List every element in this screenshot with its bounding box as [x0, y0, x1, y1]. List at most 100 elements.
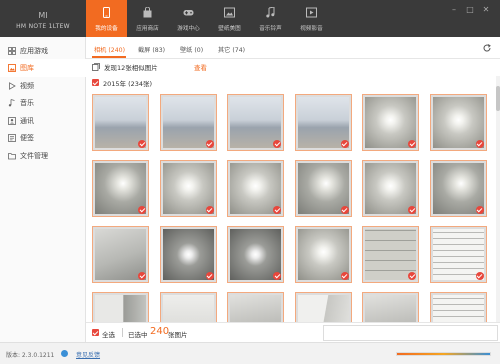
selected-check-icon[interactable]: [340, 140, 349, 148]
photo-thumbnail[interactable]: [294, 226, 352, 283]
tab-wallpapers[interactable]: 壁纸 (0): [180, 45, 203, 54]
selected-check-icon[interactable]: [273, 206, 281, 214]
sidebar-item-notes[interactable]: 便签: [0, 129, 86, 147]
photo-thumbnail[interactable]: [92, 292, 149, 322]
similar-images-icon: [92, 63, 100, 71]
selected-check-icon[interactable]: [138, 272, 146, 280]
refresh-icon[interactable]: [482, 43, 492, 53]
photo-thumbnail[interactable]: [159, 94, 217, 151]
photo-thumbnail[interactable]: [429, 94, 487, 151]
sidebar-item-gallery[interactable]: 图库: [0, 59, 86, 77]
selected-check-icon[interactable]: [138, 140, 146, 148]
gallery-tabs: 相机 (240) 截屏 (83) 壁纸 (0) 其它 (74): [86, 37, 500, 59]
photo-thumbnail[interactable]: [227, 226, 284, 283]
photo-thumbnail[interactable]: [227, 94, 284, 151]
divider: [122, 328, 123, 337]
document-photo: [432, 295, 484, 322]
top-bar: MI HM NOTE 1LTEW 我的设备 应用商店 游戏中心 壁纸美图 音乐铃…: [0, 0, 500, 37]
photo-thumbnail[interactable]: [294, 292, 352, 322]
note-icon: [8, 134, 16, 142]
photo-thumbnail[interactable]: [159, 226, 217, 283]
photo-thumbnail[interactable]: [362, 226, 419, 283]
device-model: HM NOTE 1LTEW: [16, 23, 70, 30]
video-icon: [306, 7, 317, 18]
tab-camera[interactable]: 相机 (240): [94, 45, 125, 54]
photo-thumbnail[interactable]: [362, 160, 419, 217]
view-similar-link[interactable]: 查看: [194, 62, 207, 72]
selected-check-icon[interactable]: [408, 206, 416, 214]
nav-video[interactable]: 视频影音: [291, 0, 332, 37]
selected-check-icon[interactable]: [205, 140, 214, 148]
sidebar-item-contacts[interactable]: 通讯: [0, 112, 86, 130]
select-all-checkbox[interactable]: [92, 329, 99, 336]
close-icon[interactable]: ✕: [481, 5, 491, 15]
sidebar-item-label: 文件管理: [20, 152, 48, 160]
room-photo: [365, 295, 416, 322]
selected-check-icon[interactable]: [340, 206, 349, 214]
seaside-photo: [162, 97, 214, 148]
wall-photo: [162, 295, 214, 322]
tab-others[interactable]: 其它 (74): [218, 45, 245, 54]
corner-photo: [297, 295, 349, 322]
wall-lamp-photo: [432, 163, 484, 214]
minimize-icon[interactable]: –: [449, 5, 459, 15]
photo-thumbnail[interactable]: [429, 226, 487, 283]
apps-icon: [8, 47, 16, 55]
photo-thumbnail[interactable]: [92, 94, 149, 151]
selected-check-icon[interactable]: [408, 140, 416, 148]
bag-icon: [143, 7, 152, 18]
wall-lamp-photo: [297, 163, 349, 214]
selected-check-icon[interactable]: [205, 206, 214, 214]
photo-thumbnail[interactable]: [429, 160, 487, 217]
version-text: 版本: 2.3.0.1211: [6, 352, 55, 359]
tab-screenshots[interactable]: 截屏 (83): [138, 45, 165, 54]
update-icon[interactable]: [61, 350, 68, 357]
group-select-checkbox[interactable]: [92, 79, 99, 86]
maximize-icon[interactable]: □: [465, 5, 475, 15]
nav-my-device[interactable]: 我的设备: [86, 0, 127, 37]
selected-check-icon[interactable]: [273, 272, 281, 280]
photo-thumbnail[interactable]: [227, 160, 284, 217]
gamepad-icon: [183, 10, 194, 16]
selected-check-icon[interactable]: [475, 140, 484, 148]
photo-thumbnail[interactable]: [92, 226, 149, 283]
nav-label: 壁纸美图: [218, 26, 241, 32]
photo-thumbnail[interactable]: [227, 292, 284, 322]
photo-thumbnail[interactable]: [362, 292, 419, 322]
photo-thumbnail[interactable]: [159, 292, 217, 322]
sidebar-item-apps[interactable]: 应用游戏: [0, 42, 86, 60]
device-brand: MI HM NOTE 1LTEW: [0, 0, 86, 37]
similar-photos-notice: 发现12张相似图片 查看: [86, 59, 500, 75]
sidebar-item-music[interactable]: 音乐: [0, 94, 86, 112]
feedback-link[interactable]: 意见反馈: [76, 350, 100, 359]
nav-game-center[interactable]: 游戏中心: [168, 0, 209, 37]
selected-prefix: 已选中: [128, 331, 148, 339]
scrollbar-thumb[interactable]: [496, 86, 500, 111]
photo-thumbnail[interactable]: [294, 160, 352, 217]
photo-thumbnail[interactable]: [294, 94, 352, 151]
selected-check-icon[interactable]: [340, 272, 349, 280]
selected-check-icon[interactable]: [273, 140, 281, 148]
action-input-box[interactable]: [323, 325, 498, 341]
nav-label: 视频影音: [300, 26, 323, 32]
sidebar-item-video[interactable]: 视频: [0, 77, 86, 95]
selected-check-icon[interactable]: [205, 272, 214, 280]
grid-scrollbar[interactable]: [496, 76, 500, 322]
nav-app-store[interactable]: 应用商店: [127, 0, 168, 37]
selected-check-icon[interactable]: [138, 206, 146, 214]
nav-wallpaper[interactable]: 壁纸美图: [209, 0, 250, 37]
photo-thumbnail[interactable]: [159, 160, 217, 217]
sidebar-item-file-manager[interactable]: 文件管理: [0, 147, 86, 165]
photo-thumbnail[interactable]: [429, 292, 487, 322]
selected-check-icon[interactable]: [475, 206, 484, 214]
status-bar: 版本: 2.3.0.1211 意见反馈: [0, 342, 500, 364]
photo-thumbnail[interactable]: [362, 94, 419, 151]
selected-check-icon[interactable]: [475, 272, 484, 280]
sidebar-item-label: 音乐: [20, 99, 34, 107]
selected-check-icon[interactable]: [408, 272, 416, 280]
nav-music-ringtone[interactable]: 音乐铃声: [250, 0, 291, 37]
photo-thumbnail[interactable]: [92, 160, 149, 217]
select-all-label[interactable]: 全选: [102, 329, 115, 339]
mi-logo: MI: [38, 11, 48, 20]
photo-grid: [86, 90, 496, 322]
